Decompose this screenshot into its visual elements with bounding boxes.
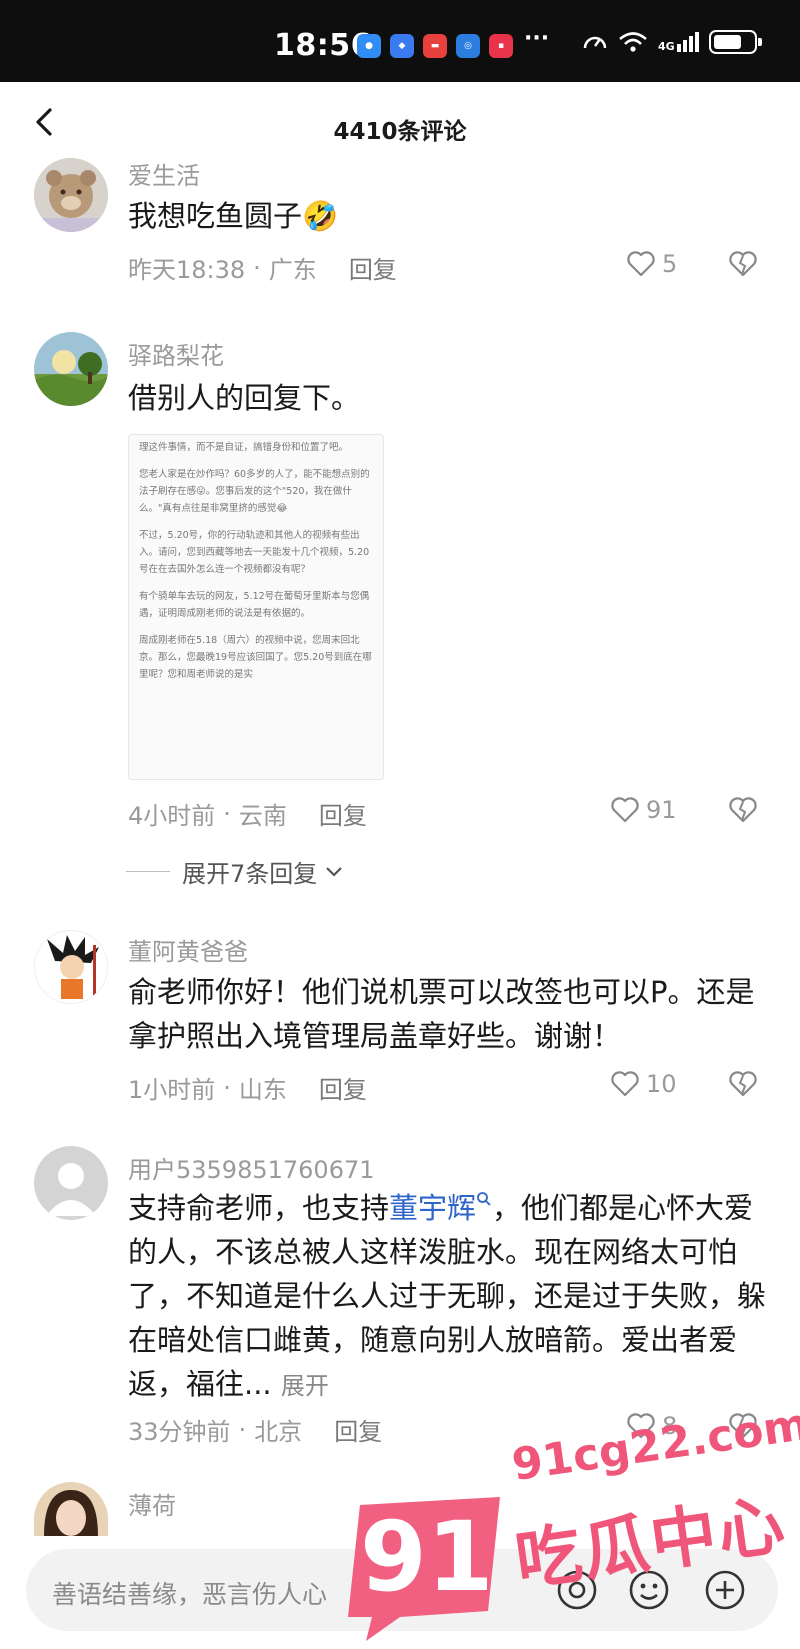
system-icons: 4G xyxy=(582,30,762,54)
like-button[interactable]: 8 xyxy=(626,1412,677,1440)
redbook-app-icon: ▪ xyxy=(489,34,513,58)
meta-separator: · xyxy=(253,253,261,282)
bear-avatar-image xyxy=(34,158,108,232)
battery-icon xyxy=(708,30,762,54)
comment-input-placeholder[interactable]: 善语结善缘，恶言伤人心 xyxy=(52,1575,327,1611)
mention-name: 董宇辉 xyxy=(389,1191,477,1225)
comment-text-part: 支持俞老师，也支持 xyxy=(128,1191,390,1225)
comment-username[interactable]: 驿路梨花 xyxy=(128,336,224,371)
comment-username[interactable]: 薄荷 xyxy=(128,1486,176,1521)
comment-text: 支持俞老师，也支持董宇辉 ，他们都是心怀大爱的人，不该总被人这样泼脏水。现在网络太… xyxy=(128,1186,768,1408)
like-count: 5 xyxy=(662,250,678,278)
heart-icon xyxy=(611,1071,639,1097)
comments-header: 4410条评论 xyxy=(0,82,800,172)
comment-username[interactable]: 爱生活 xyxy=(128,156,200,191)
avatar[interactable] xyxy=(34,332,108,406)
image-text-line: 理这件事情，而不是自证，搞错身份和位置了吧。 xyxy=(139,442,349,453)
meta-separator: · xyxy=(223,1073,231,1102)
like-count: 10 xyxy=(646,1070,677,1098)
like-button[interactable]: 91 xyxy=(610,796,677,824)
comment-text: 借别人的回复下。 xyxy=(128,381,361,415)
comment-username[interactable]: 董阿黄爸爸 xyxy=(128,932,248,967)
dislike-broken-heart-icon[interactable] xyxy=(728,1070,758,1098)
comment-image[interactable]: 理这件事情，而不是自证，搞错身份和位置了吧。 您老人家是在炒作吗？60多岁的人了… xyxy=(128,434,384,780)
comment-time: 33分钟前 xyxy=(128,1418,231,1446)
comment-username[interactable]: 用户5359851760671 xyxy=(128,1150,375,1185)
speed-icon xyxy=(583,36,607,49)
notification-icons: ● ◆ ▬ ◎ ▪ xyxy=(357,34,513,58)
expand-text-button[interactable]: 展开 xyxy=(281,1372,329,1400)
image-text-line: 不过，5.20号，你的行动轨迹和其他人的视频有些出入。请问，您到西藏等地去一天能… xyxy=(139,530,370,575)
more-notifications-icon: ··· xyxy=(524,26,550,51)
image-text-line: 有个骑单车去玩的网友，5.12号在葡萄牙里斯本与您偶遇，证明周成刚老师的说法是有… xyxy=(139,591,370,619)
expand-replies-label: 展开7条回复 xyxy=(182,860,318,888)
comment-meta: 昨天18:38 · 广东 回复 xyxy=(128,250,397,285)
comment-time: 1小时前 xyxy=(128,1076,216,1104)
shopping-app-icon: ▬ xyxy=(423,34,447,58)
heart-icon xyxy=(627,1413,655,1439)
expand-replies-button[interactable]: 展开7条回复 xyxy=(126,854,345,889)
mention-link[interactable]: 董宇辉 xyxy=(389,1191,492,1225)
comment-meta: 1小时前 · 山东 回复 xyxy=(128,1070,367,1105)
heart-icon xyxy=(611,797,639,823)
dislike-broken-heart-icon[interactable] xyxy=(728,796,758,824)
image-text-line: 周成刚老师在5.18（周六）的视频中说，您周末回北京。那么，您最晚19号应该回国… xyxy=(139,635,372,680)
image-text-line: 您老人家是在炒作吗？60多岁的人了，能不能想点别的法子刷存在感😜。您事后发的这个… xyxy=(139,469,370,514)
avatar[interactable] xyxy=(34,158,108,232)
dislike-broken-heart-icon[interactable] xyxy=(728,250,758,278)
reply-button[interactable]: 回复 xyxy=(334,1412,382,1447)
status-bar: 18:56 ● ◆ ▬ ◎ ▪ ··· 4G xyxy=(0,0,800,82)
message-app-icon: ● xyxy=(357,34,381,58)
cellular-signal-icon: 4G xyxy=(658,32,699,52)
avatar[interactable] xyxy=(34,1482,108,1536)
meta-separator: · xyxy=(238,1415,247,1444)
like-count: 91 xyxy=(646,796,677,824)
meta-separator: · xyxy=(223,799,231,828)
dislike-broken-heart-icon[interactable] xyxy=(728,1412,758,1440)
add-icon[interactable] xyxy=(702,1567,748,1613)
heart-icon xyxy=(627,251,655,277)
browser-app-icon: ◎ xyxy=(456,34,480,58)
chevron-down-icon xyxy=(326,866,343,877)
comment-meta: 33分钟前 · 北京 回复 xyxy=(128,1412,382,1447)
at-mention-icon[interactable] xyxy=(554,1567,600,1613)
battery-level xyxy=(713,35,741,49)
comment-input-bar[interactable]: 善语结善缘，恶言伤人心 xyxy=(26,1549,778,1631)
comment-text: 俞老师你好！他们说机票可以改签也可以P。还是拿护照出入境管理局盖章好些。谢谢！ xyxy=(128,975,755,1053)
reply-button[interactable]: 回复 xyxy=(349,250,397,285)
landscape-avatar-image xyxy=(34,332,108,406)
comment-location: 云南 xyxy=(238,802,287,830)
wifi-icon xyxy=(619,32,647,52)
comment-location: 北京 xyxy=(254,1418,303,1446)
avatar[interactable] xyxy=(34,1146,108,1220)
like-button[interactable]: 5 xyxy=(626,250,677,278)
expand-divider xyxy=(126,871,170,872)
network-type: 4G xyxy=(658,40,675,53)
page-title: 4410条评论 xyxy=(333,119,467,145)
avatar[interactable] xyxy=(34,930,108,1004)
comment-location: 广东 xyxy=(268,256,317,284)
like-button[interactable]: 10 xyxy=(610,1070,677,1098)
girl-avatar-image xyxy=(34,1482,108,1536)
emoji-icon[interactable] xyxy=(626,1567,672,1613)
comment-time: 4小时前 xyxy=(128,802,216,830)
cartoon-avatar-image xyxy=(35,931,107,1003)
comment-location: 山东 xyxy=(238,1076,287,1104)
default-user-avatar-image xyxy=(34,1146,108,1220)
comment-text: 我想吃鱼圆子🤣 xyxy=(128,199,339,233)
reply-button[interactable]: 回复 xyxy=(319,796,367,831)
shield-app-icon: ◆ xyxy=(390,34,414,58)
comment-meta: 4小时前 · 云南 回复 xyxy=(128,796,367,831)
like-count: 8 xyxy=(662,1412,678,1440)
reply-button[interactable]: 回复 xyxy=(319,1070,367,1105)
comment-time: 昨天18:38 xyxy=(128,256,246,284)
search-icon xyxy=(477,1192,491,1206)
